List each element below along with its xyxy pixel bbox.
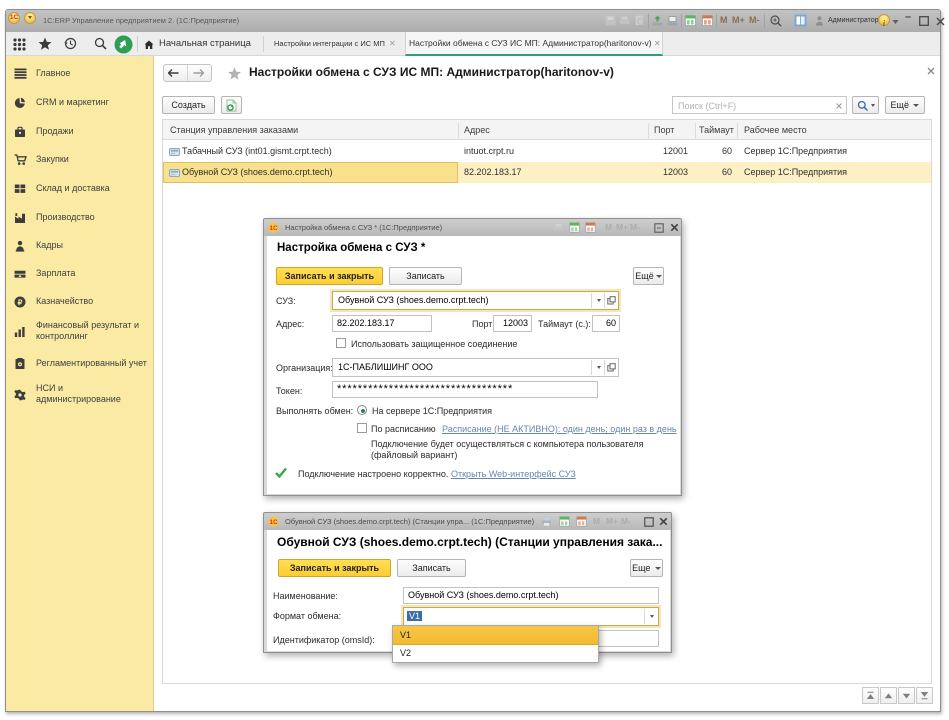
svg-text:i: i (883, 19, 886, 28)
svg-text:₽: ₽ (18, 298, 23, 307)
svg-text:1С: 1С (269, 225, 278, 232)
svg-text:1С: 1С (269, 519, 278, 526)
